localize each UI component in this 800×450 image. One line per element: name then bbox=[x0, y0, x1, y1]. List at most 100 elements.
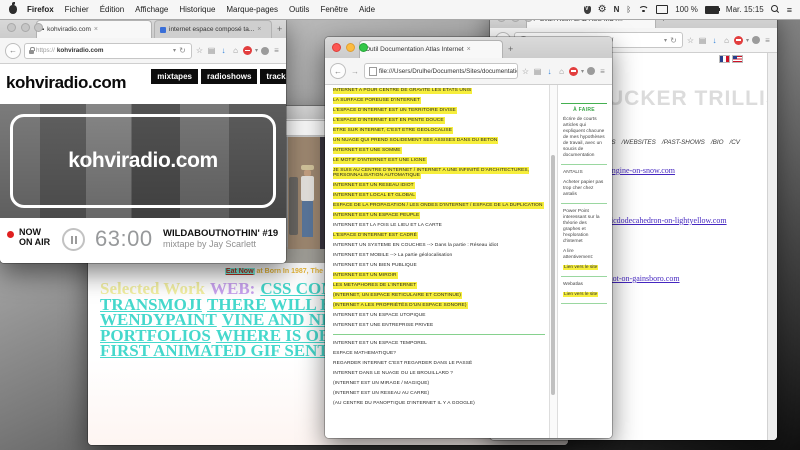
todo-entry: Power Point interessant sur la théorie d… bbox=[563, 209, 605, 245]
menu-hamburger-icon[interactable]: ≡ bbox=[763, 36, 772, 45]
now-on-air-bar: NOW ON AIR 63:00 WILDABOUTNOTHIN' #19 mi… bbox=[0, 218, 286, 263]
site-nav-item[interactable]: /BIO bbox=[711, 139, 724, 146]
bookmark-star-icon[interactable]: ☆ bbox=[195, 46, 204, 55]
tab-close-icon[interactable]: × bbox=[467, 46, 471, 53]
gear-icon[interactable]: ⚙ bbox=[598, 5, 607, 15]
url-host: kohviradio.com bbox=[57, 47, 104, 54]
tab-documentation[interactable]: Outil Documentation Atlas Internet × bbox=[359, 40, 503, 58]
url-scheme: https:// bbox=[36, 47, 55, 54]
adblock-icon[interactable] bbox=[734, 36, 743, 45]
list-scrollbar[interactable] bbox=[549, 85, 558, 438]
new-tab-button[interactable]: + bbox=[508, 41, 513, 54]
kohviradio-logo[interactable]: kohviradio.com bbox=[6, 73, 126, 93]
kohviradio-nav-item[interactable]: tracks bbox=[260, 69, 286, 84]
menu-hamburger-icon[interactable]: ≡ bbox=[272, 46, 281, 55]
home-icon[interactable]: ⌂ bbox=[722, 36, 731, 45]
menu-item[interactable]: Édition bbox=[100, 5, 124, 14]
language-flags bbox=[719, 55, 743, 63]
home-icon[interactable]: ⌂ bbox=[557, 67, 566, 76]
menu-item[interactable]: Firefox bbox=[27, 5, 54, 14]
kohviradio-nav-item[interactable]: mixtapes bbox=[151, 69, 198, 84]
bookmark-star-icon[interactable]: ☆ bbox=[686, 36, 695, 45]
browser-window-documentation: Outil Documentation Atlas Internet × + ←… bbox=[325, 37, 612, 438]
url-dropdown-icon[interactable]: ▾ bbox=[664, 37, 667, 44]
adblock-dropdown-icon[interactable]: ▾ bbox=[581, 68, 584, 75]
menu-item[interactable]: Fichier bbox=[65, 5, 89, 14]
hypotheses-list: INTERNET A POUR CENTRE DE GRAVITE LES ET… bbox=[333, 88, 545, 436]
ghostery-icon[interactable] bbox=[261, 47, 269, 55]
kohviradio-header: kohviradio.com mixtapesradioshowstracks bbox=[0, 64, 286, 104]
todo-entry: A lire attentivement: bbox=[563, 249, 605, 261]
download-icon[interactable]: ↓ bbox=[219, 46, 228, 55]
page-scrollbar[interactable] bbox=[767, 53, 777, 440]
adblock-dropdown-icon[interactable]: ▾ bbox=[255, 47, 258, 54]
scrollbar-thumb[interactable] bbox=[551, 155, 555, 395]
archive-icon[interactable]: ▤ bbox=[533, 67, 542, 76]
hypothesis-item: L'ESPACE D'INTERNET EST UN TERRITOIRE DI… bbox=[333, 108, 545, 114]
reload-icon[interactable]: ↻ bbox=[669, 36, 678, 45]
battery-percent: 100 % bbox=[675, 5, 698, 14]
menu-hamburger-icon[interactable]: ≡ bbox=[598, 67, 607, 76]
adblock-dropdown-icon[interactable]: ▾ bbox=[746, 37, 749, 44]
elapsed-time: 63:00 bbox=[95, 226, 153, 252]
site-nav-item[interactable]: /CV bbox=[730, 139, 741, 146]
menu-item[interactable]: Marque-pages bbox=[226, 5, 278, 14]
site-nav-item[interactable]: /WEBSITES bbox=[622, 139, 656, 146]
menu-item[interactable]: Fenêtre bbox=[320, 5, 348, 14]
battery-icon[interactable] bbox=[705, 6, 719, 14]
bluetooth-icon[interactable]: ᛒ bbox=[626, 5, 631, 14]
display-icon[interactable] bbox=[656, 5, 668, 14]
menu-item[interactable]: Affichage bbox=[135, 5, 168, 14]
us-flag-icon[interactable] bbox=[732, 55, 743, 63]
tab-internet-espace[interactable]: internet espace composé ta... × bbox=[154, 20, 272, 38]
tab-kohviradio[interactable]: ▪ kohviradio.com × bbox=[36, 20, 152, 38]
hypothesis-item: INTERNET DANS LE NUAGE OU LE BROUILLARD … bbox=[333, 371, 545, 377]
french-flag-icon[interactable] bbox=[719, 55, 730, 63]
adblock-icon[interactable] bbox=[569, 67, 578, 76]
menu-item[interactable]: Historique bbox=[179, 5, 215, 14]
tab-close-icon[interactable]: × bbox=[257, 26, 261, 33]
hypothesis-item: LES METAPHORES DE L'INTERNET bbox=[333, 283, 545, 289]
eat-now-link[interactable]: Eat Now bbox=[225, 268, 255, 275]
hypothesis-item: INTERNET EST UN RESEAU IDIOT bbox=[333, 183, 545, 189]
spotlight-search-icon[interactable] bbox=[771, 5, 780, 14]
todo-entry bbox=[561, 203, 607, 204]
new-tab-button[interactable]: + bbox=[277, 21, 282, 34]
ghostery-icon[interactable] bbox=[587, 67, 595, 75]
vpn-shield-icon[interactable] bbox=[584, 6, 591, 14]
kohviradio-nav-item[interactable]: radioshows bbox=[201, 69, 257, 84]
archive-icon[interactable]: ▤ bbox=[207, 46, 216, 55]
adblock-icon[interactable] bbox=[243, 46, 252, 55]
forward-button[interactable]: → bbox=[349, 65, 361, 77]
work-link[interactable]: FIRST ANIMATED GIF SENT INT bbox=[100, 341, 363, 360]
download-icon[interactable]: ↓ bbox=[545, 67, 554, 76]
reload-icon[interactable]: ↻ bbox=[178, 46, 187, 55]
browser-toolbar: ← → file:///Users/Drulhe/Documents/Sites… bbox=[325, 58, 612, 85]
back-button[interactable]: ← bbox=[5, 43, 21, 59]
url-field[interactable]: https://kohviradio.com ▾ ↻ bbox=[24, 43, 192, 59]
notification-center-icon[interactable]: ≡ bbox=[787, 5, 792, 15]
hypothesis-item: INTERNET EST UN ESPACE TEMPOREL bbox=[333, 341, 545, 347]
site-nav-item[interactable]: /PAST-SHOWS bbox=[662, 139, 705, 146]
wifi-icon[interactable] bbox=[638, 6, 649, 14]
ghostery-icon[interactable] bbox=[752, 36, 760, 44]
macos-menu-bar: Firefox Fichier Édition Affichage Historique… bbox=[0, 0, 800, 20]
bookmark-star-icon[interactable]: ☆ bbox=[521, 67, 530, 76]
menu-item[interactable]: Aide bbox=[359, 5, 375, 14]
pause-button[interactable] bbox=[62, 228, 85, 251]
apple-icon[interactable] bbox=[9, 5, 17, 14]
traffic-lights[interactable] bbox=[332, 43, 368, 52]
archive-icon[interactable]: ▤ bbox=[698, 36, 707, 45]
traffic-lights[interactable] bbox=[7, 23, 43, 32]
tab-close-icon[interactable]: × bbox=[94, 26, 98, 33]
download-icon[interactable]: ↓ bbox=[710, 36, 719, 45]
url-dropdown-icon[interactable]: ▾ bbox=[173, 47, 176, 54]
home-icon[interactable]: ⌂ bbox=[231, 46, 240, 55]
menu-item[interactable]: Outils bbox=[289, 5, 309, 14]
n-status-icon[interactable]: N bbox=[614, 5, 620, 14]
hypothesis-item: INTERNET EST MOBILE --> La partie géoloc… bbox=[333, 253, 545, 259]
back-button[interactable]: ← bbox=[330, 63, 346, 79]
menu-clock[interactable]: Mar. 15:15 bbox=[726, 5, 764, 14]
track-info: WILDABOUTNOTHIN' #19 mixtape by Jay Scar… bbox=[163, 228, 278, 249]
url-field[interactable]: file:///Users/Drulhe/Documents/Sites/doc… bbox=[364, 63, 518, 79]
